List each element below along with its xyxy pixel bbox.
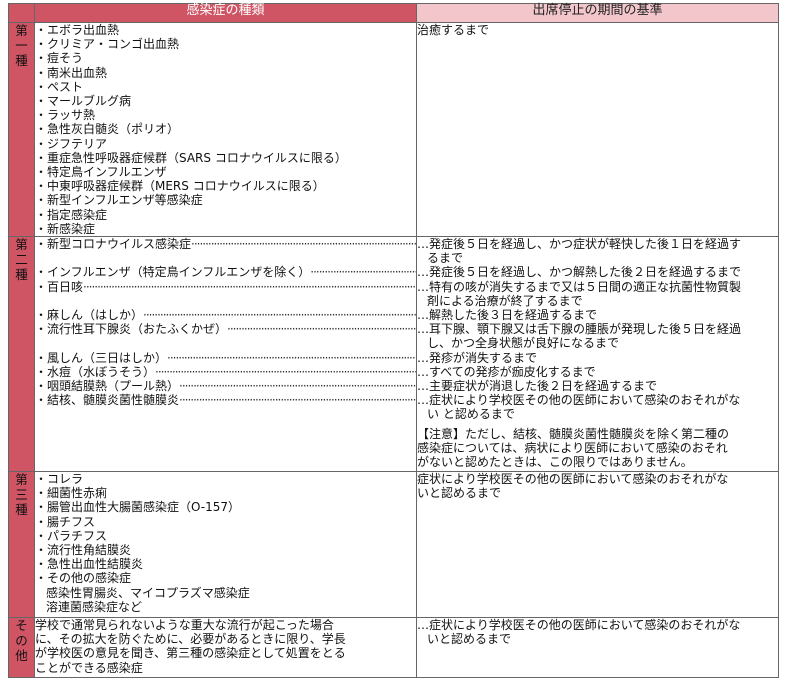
list-item: ・流行性耳下腺炎（おたふくかぜ） ························…	[35, 322, 416, 337]
note-line: 【注意】ただし、結核、髄膜炎菌性髄膜炎を除く第二種の	[417, 426, 730, 441]
criteria-line: …症状により学校医その他の医師において感染のおそれがな	[417, 393, 741, 408]
list-item: ・コレラ	[35, 472, 84, 487]
list-item: ・新型コロナウイルス感染症 ···························…	[35, 237, 416, 252]
criteria-line: …解熱した後３日を経過するまで	[417, 308, 598, 323]
criteria-line: いと認めるまで	[417, 486, 502, 501]
list-item: ・麻しん（はしか） ·······························…	[35, 308, 416, 323]
criteria-second-class: …発症後５日を経過し、かつ症状が軽快した後１日を経過す るまで …発症後５日を経…	[416, 236, 779, 473]
note-line: 感染症については、病状により医師において感染のおそれ	[417, 440, 728, 455]
list-item: ・腸チフス	[35, 514, 96, 529]
list-item: ・新型インフルエンザ等感染症	[35, 193, 203, 208]
category-first-class: 第一種	[8, 21, 35, 238]
description-line: ことができる感染症	[35, 660, 143, 675]
header-disease-type: 感染症の種類	[34, 3, 417, 23]
criteria-line: …発疹が消失するまで	[417, 350, 538, 365]
list-item: ・ジフテリア	[35, 136, 108, 151]
list-item: ・マールブルグ病	[35, 94, 132, 109]
list-item: ・風しん（三日はしか） ·····························…	[35, 350, 416, 365]
criteria-line: …すべての発疹が痂皮化するまで	[417, 364, 596, 379]
description-line: が学校医の意見を聞き、第三種の感染症として処置をとる	[35, 646, 346, 661]
criteria-line: …耳下腺、顎下腺又は舌下腺の腫脹が発現した後５日を経過	[417, 322, 742, 337]
description-other: 学校で通常見られないような重大な流行が起こった場合 に、その拡大を防ぐために、必…	[34, 617, 417, 679]
criteria-line: るまで	[427, 251, 464, 266]
header-suspension-criteria: 出席停止の期間の基準	[416, 3, 779, 23]
criteria-line: いと認めるまで	[427, 632, 512, 647]
note-block: 【注意】ただし、結核、髄膜炎菌性髄膜炎を除く第二種の 感染症については、病状によ…	[417, 427, 778, 470]
list-item: ・ペスト	[35, 79, 84, 94]
list-item: ・パラチフス	[35, 528, 108, 543]
list-item: ・細菌性赤痢	[35, 486, 108, 501]
list-item: ・中東呼吸器症候群（MERS コロナウイルスに限る）	[35, 179, 325, 194]
criteria-line: …主要症状が消退した後２日を経過するまで	[417, 379, 658, 394]
criteria-line: …症状により学校医その他の医師において感染のおそれがな	[417, 618, 741, 633]
list-item: ・腸管出血性大腸菌感染症（O-157）	[35, 500, 241, 515]
note-line: がないと認めたときは、この限りではありません。	[417, 455, 693, 470]
disease-list-first-class: ・エボラ出血熱 ・クリミア・コンゴ出血熱 ・痘そう ・南米出血熱 ・ペスト ・マ…	[34, 21, 417, 238]
criteria-line: 症状により学校医その他の医師において感染のおそれがな	[417, 472, 729, 487]
list-item: ・エボラ出血熱	[35, 23, 120, 37]
list-item: ・結核、髄膜炎菌性髄膜炎 ····························…	[35, 393, 416, 408]
description-line: 学校で通常見られないような重大な流行が起こった場合	[35, 618, 334, 633]
list-item: ・水痘（水ぼうそう） ······························…	[35, 364, 416, 379]
disease-list-third-class: ・コレラ ・細菌性赤痢 ・腸管出血性大腸菌感染症（O-157） ・腸チフス ・パ…	[34, 471, 417, 619]
category-third-class: 第三種	[8, 471, 35, 619]
row-second-class: 第二種 ・新型コロナウイルス感染症 ·······················…	[8, 236, 779, 473]
list-item: ・咽頭結膜熱（プール熱） ····························…	[35, 379, 416, 394]
list-item: ・流行性角結膜炎	[35, 543, 132, 558]
list-item: ・重症急性呼吸器症候群（SARS コロナウイルスに限る）	[35, 150, 347, 165]
header-corner	[8, 3, 35, 23]
list-item: ・急性出血性結膜炎	[35, 557, 144, 572]
list-item: ・その他の感染症	[35, 571, 132, 586]
criteria-line: い と認めるまで	[427, 407, 515, 422]
list-item: 感染性胃腸炎、マイコプラズマ感染症	[46, 585, 250, 600]
criteria-line: …発症後５日を経過し、かつ症状が軽快した後１日を経過す	[417, 237, 742, 252]
list-item: ・新感染症	[35, 221, 96, 236]
disease-list-second-class: ・新型コロナウイルス感染症 ···························…	[34, 236, 417, 473]
description-line: に、その拡大を防ぐために、必要があるときに限り、学長	[35, 632, 346, 647]
list-item: ・ラッサ熱	[35, 108, 96, 123]
list-item: ・指定感染症	[35, 207, 108, 222]
criteria-line: …発症後５日を経過し、かつ解熱した後２日を経過するまで	[417, 265, 742, 280]
criteria-first-class: 治癒するまで	[416, 21, 779, 238]
list-item: ・急性灰白髄炎（ポリオ）	[35, 122, 180, 137]
criteria-line: …特有の咳が消失するまで又は５日間の適正な抗菌性物質製	[417, 279, 742, 294]
row-other: その他 学校で通常見られないような重大な流行が起こった場合 に、その拡大を防ぐた…	[8, 617, 779, 679]
list-item: ・痘そう	[35, 51, 84, 66]
list-item: 溶連菌感染症など	[46, 599, 143, 614]
row-third-class: 第三種 ・コレラ ・細菌性赤痢 ・腸管出血性大腸菌感染症（O-157） ・腸チフ…	[8, 471, 779, 619]
row-first-class: 第一種 ・エボラ出血熱 ・クリミア・コンゴ出血熱 ・痘そう ・南米出血熱 ・ペス…	[8, 21, 779, 238]
infectious-disease-table: 感染症の種類 出席停止の期間の基準 第一種 ・エボラ出血熱 ・クリミア・コンゴ出…	[8, 3, 779, 679]
list-item: ・クリミア・コンゴ出血熱	[35, 37, 180, 52]
criteria-third-class: 症状により学校医その他の医師において感染のおそれがな いと認めるまで	[416, 471, 779, 619]
category-second-class: 第二種	[8, 236, 35, 473]
list-item: ・インフルエンザ（特定鳥インフルエンザを除く） ·················…	[35, 265, 416, 280]
list-item: ・特定鳥インフルエンザ	[35, 165, 167, 180]
criteria-line: し、かつ全身状態が良好になるまで	[427, 336, 620, 351]
list-item: ・南米出血熱	[35, 65, 108, 80]
list-item: ・百日咳 ····································…	[35, 279, 416, 294]
criteria-other: …症状により学校医その他の医師において感染のおそれがな いと認めるまで	[416, 617, 779, 679]
category-other: その他	[8, 617, 35, 679]
criteria-line: 剤による治療が終了するまで	[427, 293, 583, 308]
table-header-row: 感染症の種類 出席停止の期間の基準	[8, 3, 779, 23]
